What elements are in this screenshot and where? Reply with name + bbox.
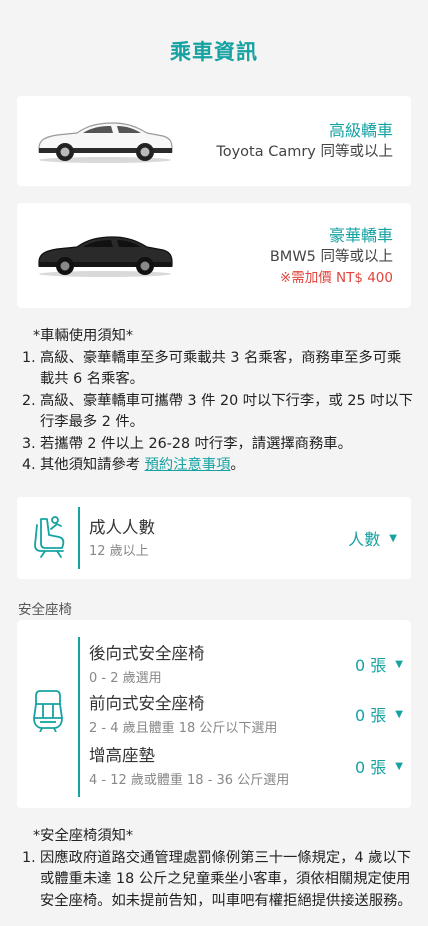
- list-item: 4. 其他須知請參考 預約注意事項。: [22, 457, 245, 473]
- divider: [78, 507, 80, 569]
- car-seat-notice: *安全座椅須知* 1. 因應政府道路交通管理處罰條例第三十一條規定，4 歲以下或體…: [22, 826, 414, 912]
- list-item: 3. 若攜帶 2 件以上 26-28 吋行李，請選擇商務車。: [22, 435, 352, 452]
- car-seat-count: 0 張: [355, 706, 387, 725]
- car-seat-row-forward-facing: 前向式安全座椅 2 - 4 歲且體重 18 公斤以下選用 0 張 ▼: [89, 690, 403, 738]
- forward-facing-seat-dropdown[interactable]: 0 張 ▼: [355, 702, 403, 726]
- car-seat-row-rear-facing: 後向式安全座椅 0 - 2 歲選用 0 張 ▼: [89, 640, 403, 688]
- list-item: 2. 高級、豪華轎車可攜帶 3 件 20 吋以下行李，或 25 吋以下行李最多 2…: [22, 392, 413, 431]
- vehicle-option-premium[interactable]: 高級轎車 Toyota Camry 同等或以上: [17, 96, 411, 186]
- car-seat-note: 2 - 4 歲且體重 18 公斤以下選用: [89, 721, 278, 736]
- car-seat-name: 增高座墊: [89, 746, 155, 765]
- vehicle-notice-title: *車輛使用須知*: [33, 328, 134, 344]
- vehicle-type: 豪華轎車: [328, 226, 393, 245]
- vehicle-description: Toyota Camry 同等或以上: [216, 144, 393, 160]
- page-title: 乘車資訊: [170, 40, 258, 64]
- adult-count-dropdown[interactable]: 人數 ▼: [348, 526, 397, 550]
- vehicle-notice: *車輛使用須知* 1. 高級、豪華轎車至多可乘載共 3 名乘客，商務車至多可乘載共…: [22, 326, 414, 477]
- seat-person-icon: [34, 516, 65, 558]
- vehicle-surcharge: ※需加價 NT$ 400: [279, 270, 393, 286]
- adult-count-card: 成人人數 12 歲以上 人數 ▼: [17, 497, 411, 579]
- vehicle-description: BMW5 同等或以上: [269, 249, 393, 265]
- car-seat-name: 前向式安全座椅: [89, 694, 205, 713]
- car-seat-name: 後向式安全座椅: [89, 644, 205, 663]
- dropdown-caret-icon: ▼: [395, 760, 403, 772]
- adult-count-label: 成人人數: [89, 518, 155, 537]
- dropdown-caret-icon: ▼: [389, 532, 397, 544]
- divider: [78, 637, 80, 797]
- vehicle-option-luxury[interactable]: 豪華轎車 BMW5 同等或以上 ※需加價 NT$ 400: [17, 203, 411, 308]
- dropdown-caret-icon: ▼: [395, 708, 403, 720]
- adult-count-value: 人數: [348, 530, 381, 549]
- child-car-seat-icon: [33, 690, 63, 732]
- car-seat-note: 0 - 2 歲選用: [89, 671, 162, 686]
- adult-count-hint: 12 歲以上: [89, 544, 149, 559]
- black-sedan-image: [38, 236, 173, 277]
- car-seat-note: 4 - 12 歲或體重 18 - 36 公斤選用: [89, 773, 290, 788]
- white-sedan-image: [38, 122, 173, 163]
- car-seat-count: 0 張: [355, 656, 387, 675]
- dropdown-caret-icon: ▼: [395, 658, 403, 670]
- booking-notes-link[interactable]: 預約注意事項: [145, 457, 231, 473]
- rear-facing-seat-dropdown[interactable]: 0 張 ▼: [355, 652, 403, 676]
- car-seat-notice-title: *安全座椅須知*: [33, 828, 134, 844]
- list-item: 1. 因應政府道路交通管理處罰條例第三十一條規定，4 歲以下或體重未達 18 公斤…: [22, 849, 412, 909]
- car-seat-count: 0 張: [355, 758, 387, 777]
- vehicle-type: 高級轎車: [328, 121, 393, 140]
- list-item: 1. 高級、豪華轎車至多可乘載共 3 名乘客，商務車至多可乘載共 6 名乘客。: [22, 349, 402, 388]
- car-seat-section-label: 安全座椅: [18, 602, 72, 618]
- booster-seat-dropdown[interactable]: 0 張 ▼: [355, 754, 403, 778]
- car-seat-card: 後向式安全座椅 0 - 2 歲選用 0 張 ▼ 前向式安全座椅 2 - 4 歲且…: [17, 620, 411, 808]
- car-seat-row-booster: 增高座墊 4 - 12 歲或體重 18 - 36 公斤選用 0 張 ▼: [89, 742, 403, 790]
